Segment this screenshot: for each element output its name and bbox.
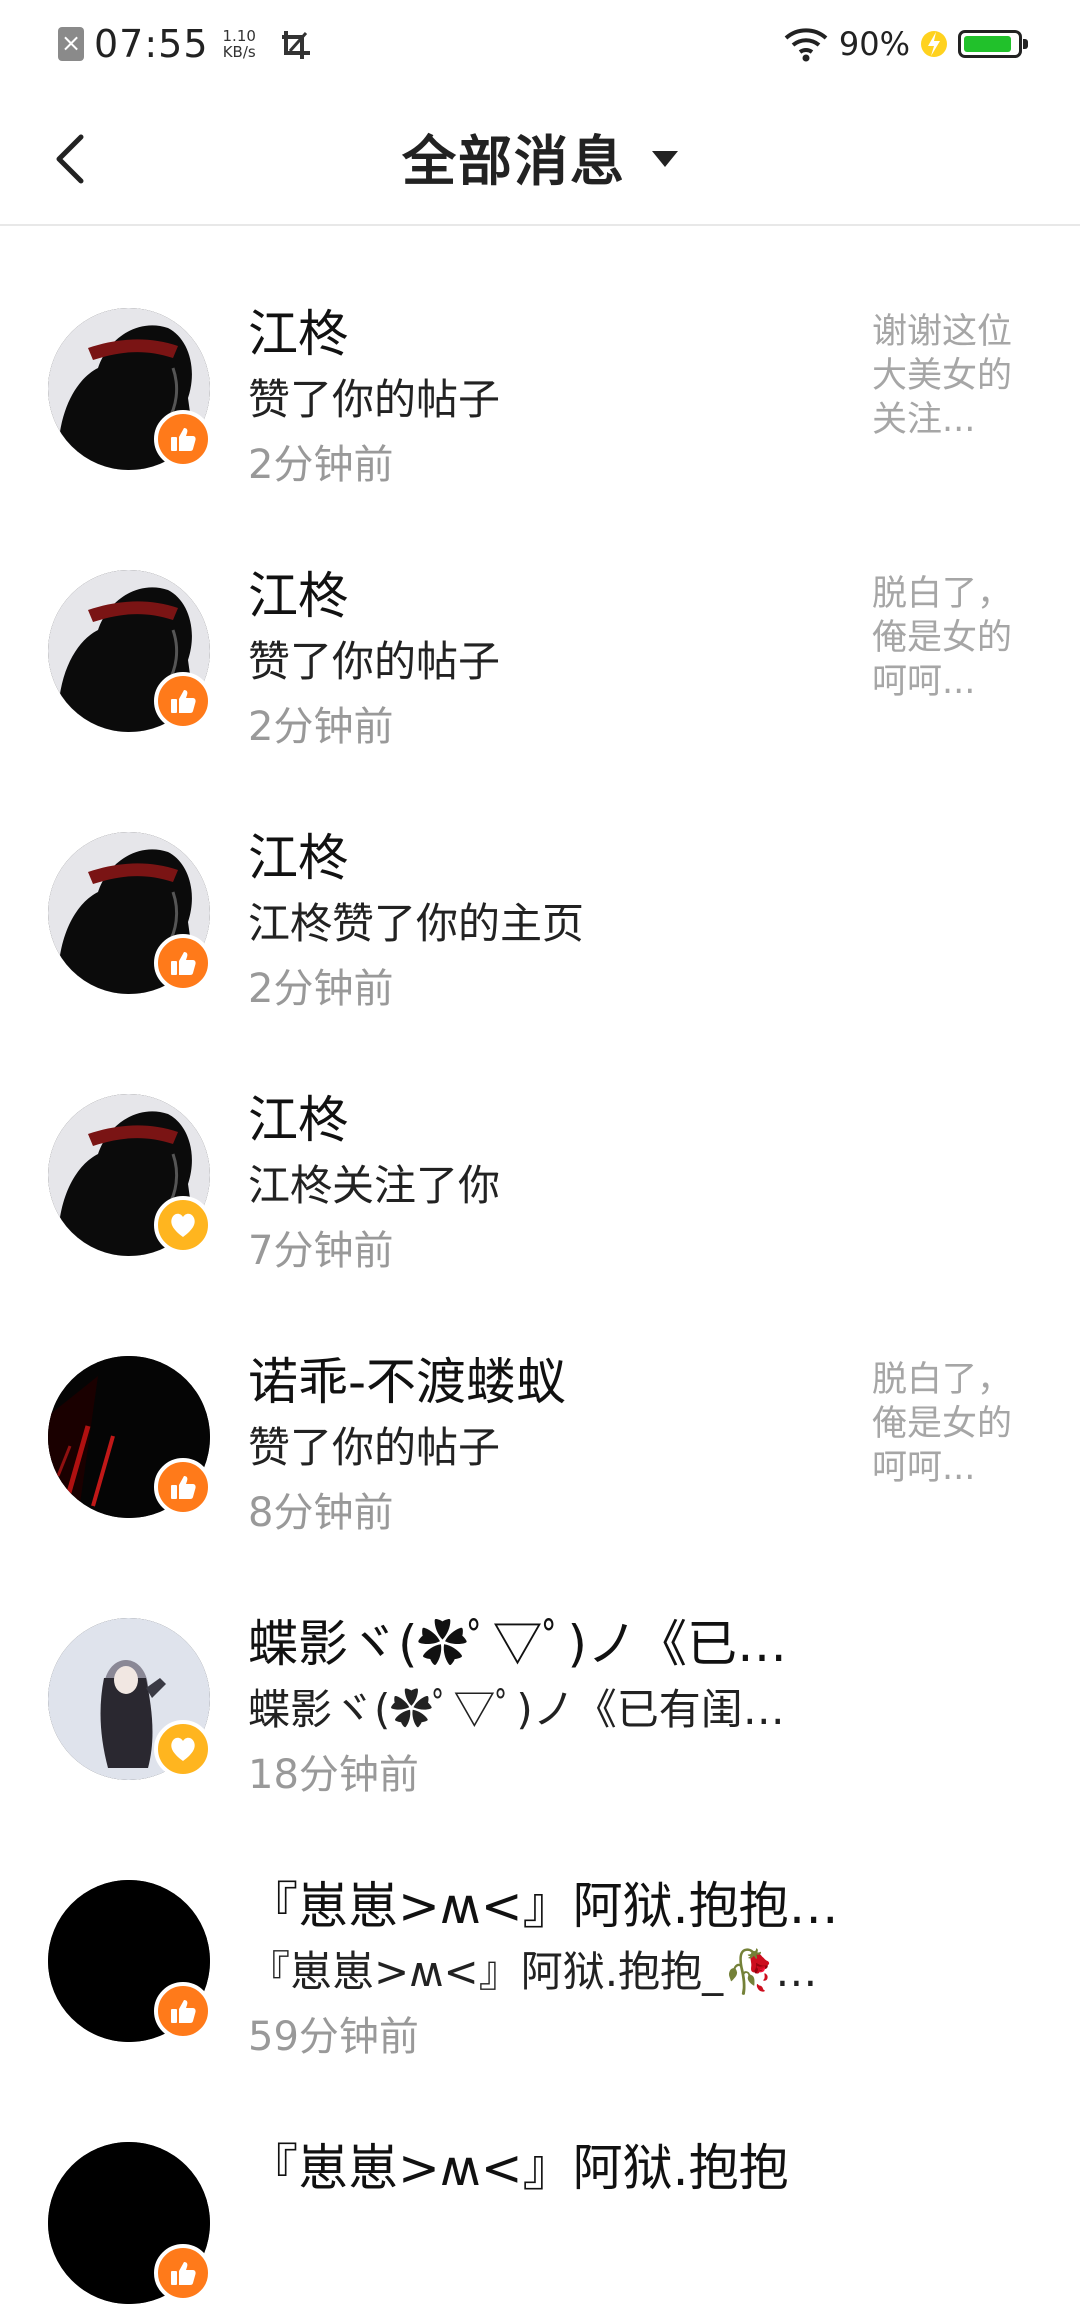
avatar[interactable] xyxy=(48,832,212,994)
status-bar: 07:55 1.10 KB/s 90% xyxy=(0,0,1080,88)
message-time: 59分钟前 xyxy=(248,2014,419,2060)
like-badge xyxy=(154,1982,212,2040)
like-badge xyxy=(154,934,212,992)
message-action: 江柊关注了你 xyxy=(248,1161,501,1210)
avatar[interactable] xyxy=(48,570,212,732)
message-item[interactable]: 『崽崽>ʍ<』阿狱.抱抱… 『崽崽>ʍ<』阿狱.抱抱_🥀… 59分钟前 xyxy=(0,1798,1080,2060)
status-time: 07:55 xyxy=(94,22,209,66)
message-item[interactable]: 江柊 江柊赞了你的主页 2分钟前 xyxy=(0,750,1080,1012)
like-badge xyxy=(154,1458,212,1516)
thumbs-up-icon xyxy=(171,2262,196,2285)
message-list: 江柊 赞了你的帖子 2分钟前 谢谢这位 大美女的 关注... 江柊 赞了你的帖子… xyxy=(0,226,1080,2322)
sender-name[interactable]: 诺乖-不渡蝼蚁 xyxy=(248,1342,566,1414)
message-time: 2分钟前 xyxy=(248,442,394,488)
battery-icon xyxy=(958,30,1028,58)
thumbs-up-icon xyxy=(171,428,196,451)
status-right: 90% xyxy=(783,18,1028,70)
message-time: 18分钟前 xyxy=(248,1752,419,1798)
message-item[interactable]: 『崽崽>ʍ<』阿狱.抱抱 xyxy=(0,2060,1080,2322)
thumbs-up-icon xyxy=(171,690,196,713)
avatar[interactable] xyxy=(48,1094,212,1256)
like-badge xyxy=(154,410,212,468)
top-bar: 全部消息 xyxy=(0,88,1080,226)
message-time: 2分钟前 xyxy=(248,966,394,1012)
post-preview[interactable]: 谢谢这位 大美女的 关注... xyxy=(872,310,1032,442)
network-speed: 1.10 KB/s xyxy=(223,28,256,60)
message-time: 2分钟前 xyxy=(248,704,394,750)
sender-name[interactable]: 『崽崽>ʍ<』阿狱.抱抱 xyxy=(248,2128,789,2200)
title-dropdown[interactable]: 全部消息 xyxy=(0,88,1080,224)
network-speed-value: 1.10 xyxy=(222,27,256,45)
follow-badge xyxy=(154,1196,212,1254)
heart-icon xyxy=(171,1213,195,1237)
sender-name[interactable]: 江柊 xyxy=(248,1080,348,1152)
message-item[interactable]: 江柊 江柊关注了你 7分钟前 xyxy=(0,1012,1080,1274)
sender-name[interactable]: 『崽崽>ʍ<』阿狱.抱抱… xyxy=(248,1866,839,1938)
sender-name[interactable]: 江柊 xyxy=(248,556,348,628)
like-badge xyxy=(154,2244,212,2302)
no-sim-icon xyxy=(58,27,84,61)
post-preview[interactable]: 脱白了， 俺是女的 呵呵... xyxy=(872,1358,1032,1490)
message-item[interactable]: 诺乖-不渡蝼蚁 赞了你的帖子 8分钟前 脱白了， 俺是女的 呵呵... xyxy=(0,1274,1080,1536)
thumbs-up-icon xyxy=(171,1476,196,1499)
message-item[interactable]: 蝶影ヾ(✿ﾟ▽ﾟ)ノ《已… 蝶影ヾ(✿ﾟ▽ﾟ)ノ《已有闺… 18分钟前 xyxy=(0,1536,1080,1798)
message-action: 赞了你的帖子 xyxy=(248,375,501,424)
avatar[interactable] xyxy=(48,1618,212,1780)
post-preview[interactable]: 脱白了， 俺是女的 呵呵... xyxy=(872,572,1032,704)
charging-icon xyxy=(921,31,947,57)
sender-name[interactable]: 蝶影ヾ(✿ﾟ▽ﾟ)ノ《已… xyxy=(248,1604,787,1676)
battery-fill xyxy=(964,36,1011,52)
like-badge xyxy=(154,672,212,730)
avatar[interactable] xyxy=(48,2142,212,2304)
message-action: 赞了你的帖子 xyxy=(248,1423,501,1472)
status-left: 07:55 1.10 KB/s xyxy=(58,18,314,70)
network-speed-unit: KB/s xyxy=(222,43,256,61)
message-action: 赞了你的帖子 xyxy=(248,637,501,686)
message-time: 7分钟前 xyxy=(248,1228,394,1274)
wifi-icon xyxy=(784,28,828,62)
thumbs-up-icon xyxy=(171,952,196,975)
screenshot-app-icon xyxy=(281,31,310,59)
battery-percent: 90% xyxy=(838,25,910,63)
page-title: 全部消息 xyxy=(402,129,626,193)
sender-name[interactable]: 江柊 xyxy=(248,294,348,366)
message-action: 『崽崽>ʍ<』阿狱.抱抱_🥀… xyxy=(248,1947,818,1996)
sender-name[interactable]: 江柊 xyxy=(248,818,348,890)
avatar[interactable] xyxy=(48,308,212,470)
message-action: 江柊赞了你的主页 xyxy=(248,899,585,948)
message-action: 蝶影ヾ(✿ﾟ▽ﾟ)ノ《已有闺… xyxy=(248,1685,785,1734)
message-time: 8分钟前 xyxy=(248,1490,394,1536)
message-item[interactable]: 江柊 赞了你的帖子 2分钟前 脱白了， 俺是女的 呵呵... xyxy=(0,488,1080,750)
message-item[interactable]: 江柊 赞了你的帖子 2分钟前 谢谢这位 大美女的 关注... xyxy=(0,226,1080,488)
heart-icon xyxy=(171,1737,195,1761)
avatar[interactable] xyxy=(48,1356,212,1518)
avatar[interactable] xyxy=(48,1880,212,2042)
thumbs-up-icon xyxy=(171,2000,196,2023)
follow-badge xyxy=(154,1720,212,1778)
triangle-down-icon xyxy=(652,151,678,167)
